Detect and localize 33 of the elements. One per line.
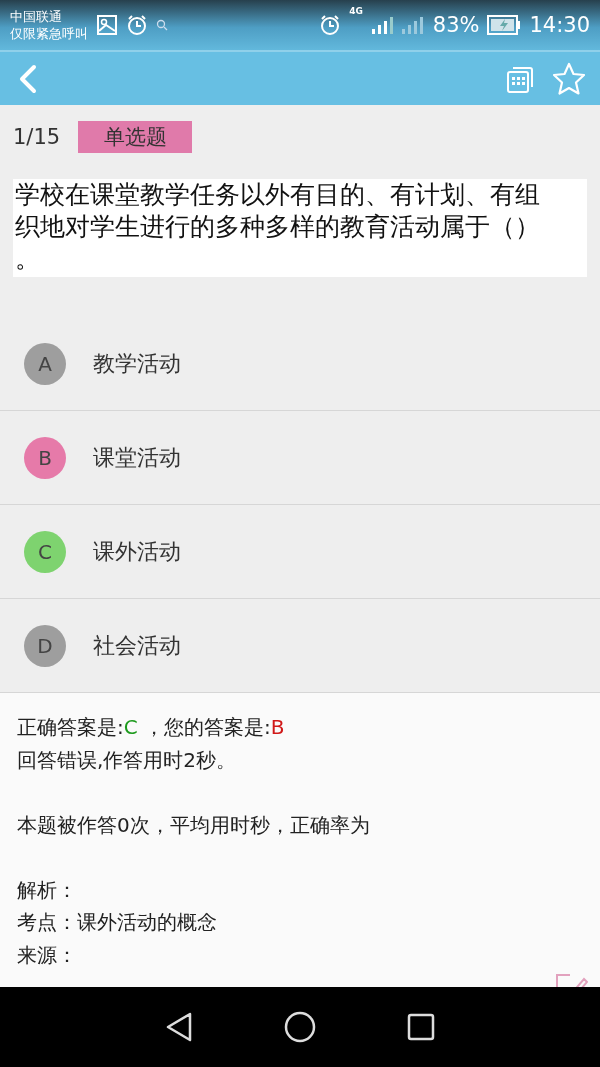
option-text[interactable]: 教学活动 — [93, 348, 181, 379]
search-icon — [156, 19, 168, 31]
detail-label: 来源： — [17, 942, 77, 967]
question-type-tag: 单选题 — [78, 121, 193, 153]
answer-text: 正确答案是:C ，您的答案是:B — [17, 714, 286, 741]
option-text[interactable]: 社会活动 — [93, 630, 181, 661]
emergency-text: 仅限紧急呼叫 — [10, 25, 88, 42]
result-text: 回答错误,作答用时2秒。 — [17, 746, 238, 774]
option-letter[interactable]: A — [24, 342, 66, 385]
option-letter[interactable]: B — [24, 436, 66, 479]
battery-charging-icon — [487, 15, 522, 35]
signal-icon — [370, 15, 393, 35]
signal-icon — [400, 15, 425, 35]
question-text: 学校在课堂教学任务以外有目的、有计划、有组织地对学生进行的多种多样的教育活动属于（）。 — [13, 179, 587, 277]
detail-label: 解析： — [17, 877, 77, 902]
option-text[interactable]: 课堂活动 — [93, 442, 181, 473]
detail-value: 课外活动的概念 — [77, 910, 217, 934]
network-type: 4G — [349, 6, 363, 16]
option-letter[interactable]: D — [24, 624, 66, 667]
favorite-star-button[interactable] — [552, 61, 586, 96]
detail-label: 考点： — [17, 910, 77, 934]
stats-text: 本题被作答0次，平均用时秒，正确率为 — [17, 811, 371, 839]
question-counter: 1/15 — [13, 125, 61, 149]
clock-time: 14:30 — [529, 13, 590, 37]
image-icon — [96, 14, 118, 36]
battery-percent: 83% — [432, 13, 480, 37]
home-nav-button[interactable] — [283, 1010, 317, 1044]
recents-nav-button[interactable] — [405, 1012, 436, 1042]
option-text[interactable]: 课外活动 — [93, 536, 181, 567]
alarm-icon — [126, 14, 148, 36]
alarm-icon — [319, 14, 342, 36]
carrier-name: 中国联通 — [10, 8, 63, 25]
option-letter[interactable]: C — [24, 530, 66, 573]
